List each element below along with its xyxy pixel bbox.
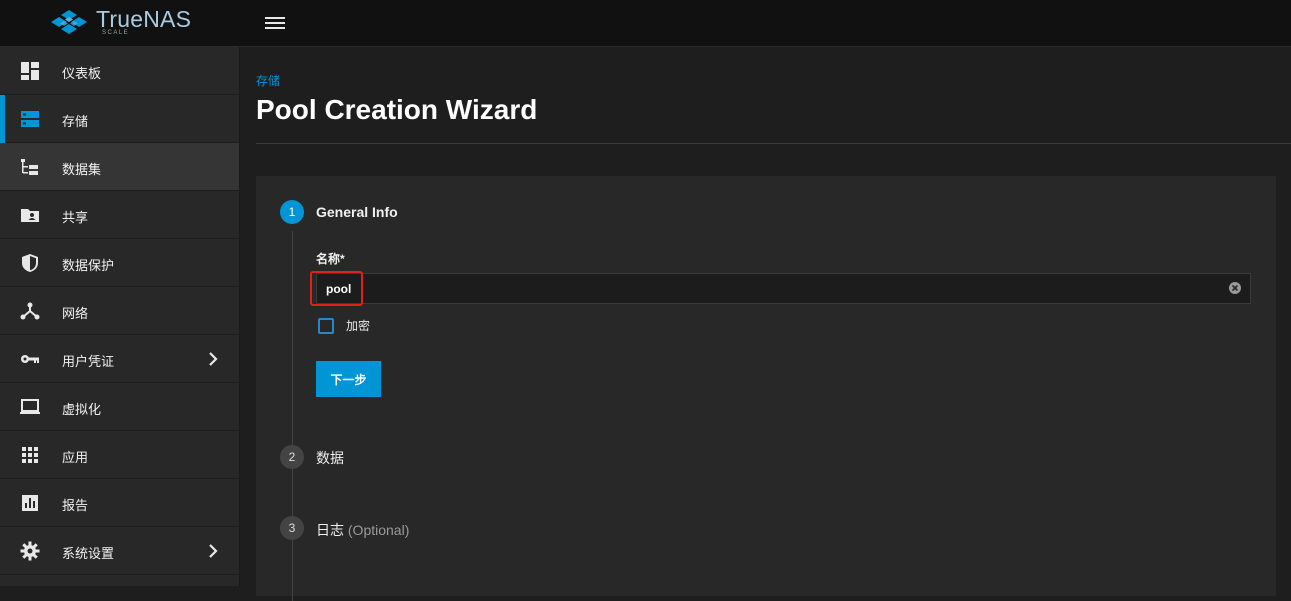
hamburger-menu-icon[interactable] <box>264 14 286 32</box>
shield-icon <box>22 254 38 272</box>
step-2-title[interactable]: 数据 <box>316 448 344 468</box>
sidebar-item-label: 系统设置 <box>62 546 115 561</box>
storage-icon <box>21 111 39 127</box>
sidebar-item-label: 虚拟化 <box>62 402 102 417</box>
wizard-card: 1 General Info 名称* 加密 下一步 2 数据 3 日志 (Opt… <box>256 176 1276 601</box>
bar-chart-icon <box>22 495 38 511</box>
sidebar-item-data-protection[interactable]: 数据保护 <box>0 239 239 287</box>
sidebar-item-label: 数据集 <box>62 162 102 177</box>
key-icon <box>21 355 39 363</box>
sidebar-item-label: 网络 <box>62 306 89 321</box>
top-bar: TrueNAS SCALE <box>0 0 1291 47</box>
sidebar-item-label: 报告 <box>62 498 89 513</box>
brand-name: TrueNAS <box>96 6 192 32</box>
sidebar-item-shares[interactable]: 共享 <box>0 191 239 239</box>
name-field-label: 名称* <box>316 252 345 266</box>
sidebar-item-reporting[interactable]: 报告 <box>0 479 239 527</box>
step-3-indicator[interactable]: 3 <box>280 516 304 540</box>
next-button[interactable]: 下一步 <box>316 361 381 397</box>
step-3-title[interactable]: 日志 (Optional) <box>316 520 409 540</box>
sidebar-item-apps[interactable]: 应用 <box>0 431 239 479</box>
clear-icon[interactable] <box>1228 281 1242 295</box>
encryption-checkbox[interactable] <box>318 318 334 334</box>
truenas-logo-icon <box>51 10 87 34</box>
name-input[interactable] <box>317 274 1250 303</box>
sidebar-item-virtualization[interactable]: 虚拟化 <box>0 383 239 431</box>
sidebar-item-datasets[interactable]: 数据集 <box>0 143 239 191</box>
sidebar-item-label: 共享 <box>62 210 89 225</box>
main-content: 存储 Pool Creation Wizard 1 General Info 名… <box>240 47 1291 601</box>
sidebar-item-system-settings[interactable]: 系统设置 <box>0 527 239 575</box>
stepper-line <box>292 231 293 601</box>
breadcrumb-storage[interactable]: 存储 <box>256 72 280 89</box>
page-title: Pool Creation Wizard <box>256 94 538 125</box>
name-field[interactable] <box>316 273 1251 304</box>
sidebar-item-label: 存储 <box>62 114 89 129</box>
apps-grid-icon <box>22 447 38 463</box>
step-3-title-text: 日志 <box>316 522 344 538</box>
brand-edition: SCALE <box>102 30 130 36</box>
sidebar-item-label: 用户凭证 <box>62 354 115 369</box>
step-2-indicator[interactable]: 2 <box>280 445 304 469</box>
chevron-right-icon <box>209 544 218 558</box>
divider <box>256 143 1291 144</box>
sidebar-item-dashboard[interactable]: 仪表板 <box>0 47 239 95</box>
datasets-icon <box>21 159 38 175</box>
dashboard-icon <box>21 62 39 80</box>
sidebar-item-label: 数据保护 <box>62 258 115 273</box>
gear-icon <box>20 541 40 561</box>
sidebar: 仪表板 存储 数据集 共享 数据保护 网络 用户凭证 虚拟化 应用 报告 系统设… <box>0 47 240 586</box>
laptop-icon <box>20 399 40 414</box>
encryption-label: 加密 <box>346 319 371 333</box>
step-1-indicator[interactable]: 1 <box>280 200 304 224</box>
sidebar-item-credentials[interactable]: 用户凭证 <box>0 335 239 383</box>
sidebar-item-storage[interactable]: 存储 <box>0 95 239 143</box>
network-icon <box>20 302 40 320</box>
step-1-title[interactable]: General Info <box>316 204 398 220</box>
chevron-right-icon <box>209 352 218 366</box>
sidebar-item-label: 仪表板 <box>62 66 102 81</box>
truenas-logo[interactable]: TrueNAS SCALE <box>0 0 240 47</box>
sidebar-item-network[interactable]: 网络 <box>0 287 239 335</box>
sidebar-item-label: 应用 <box>62 450 89 465</box>
step-3-optional-tag: (Optional) <box>347 522 410 538</box>
shares-icon <box>21 209 39 222</box>
